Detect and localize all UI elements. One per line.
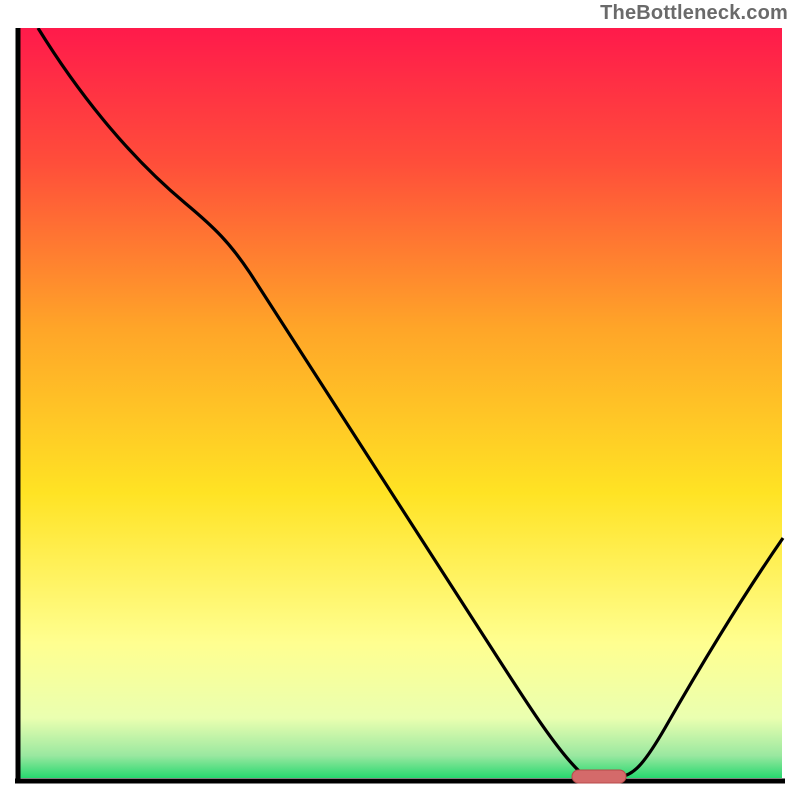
- attribution-text: TheBottleneck.com: [600, 2, 788, 25]
- plot-area: [15, 28, 785, 785]
- optimum-marker: [572, 770, 626, 783]
- chart-container: TheBottleneck.com: [0, 0, 800, 800]
- chart-svg: [15, 28, 785, 785]
- gradient-field: [18, 28, 782, 778]
